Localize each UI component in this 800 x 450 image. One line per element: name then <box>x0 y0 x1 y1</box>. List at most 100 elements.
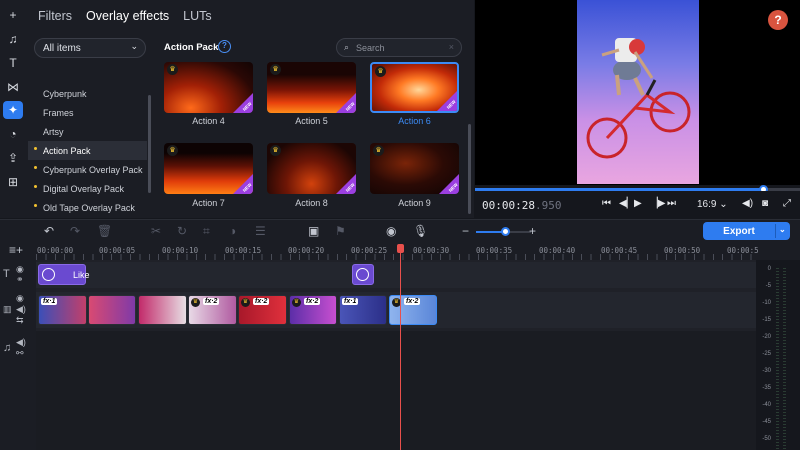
fullscreen-icon[interactable]: ⤢ <box>783 198 791 209</box>
meter-bar-right <box>783 268 786 450</box>
category-dropdown[interactable]: All items ⌄ <box>34 38 146 58</box>
playhead[interactable] <box>400 252 401 450</box>
title-clip-icon <box>356 268 369 281</box>
zoom-in-icon[interactable]: + <box>529 224 536 238</box>
skip-end-icon[interactable]: ⏭ <box>667 198 676 209</box>
meter-label: -30 <box>762 368 771 374</box>
link-icon[interactable]: ⚯ <box>16 348 24 359</box>
current-time-ms: .950 <box>534 199 562 212</box>
flag-icon[interactable]: ⚑ <box>335 224 346 238</box>
volume-icon[interactable]: ◀) <box>742 198 753 209</box>
text-icon[interactable]: T <box>3 54 23 72</box>
effect-thumb-action-5[interactable]: ♛ NEW <box>267 62 356 113</box>
cut-icon[interactable]: ✂ <box>151 224 161 238</box>
video-clip[interactable]: ♛ fx·2 <box>289 295 337 325</box>
clear-icon[interactable]: × <box>449 42 454 52</box>
grid-scrollbar[interactable] <box>468 124 471 214</box>
help-button[interactable]: ? <box>768 10 788 30</box>
tab-luts[interactable]: LUTs <box>183 9 211 23</box>
clip-properties-icon[interactable]: ▣ <box>308 224 319 238</box>
category-item[interactable]: Cyberpunk <box>28 84 147 103</box>
effect-thumb-action-4[interactable]: ♛ NEW <box>164 62 253 113</box>
video-editor: + ♫ T ⋈ ✦ ◔ ⇪ ⊞ Filters Overlay effects … <box>0 0 800 450</box>
category-item[interactable]: Artsy <box>28 122 147 141</box>
skip-start-icon[interactable]: ⏮ <box>602 198 611 209</box>
search-input[interactable]: ⌕ Search × <box>336 38 462 57</box>
crown-icon: ♛ <box>241 298 250 307</box>
effect-label: Action 5 <box>295 116 328 126</box>
video-clip[interactable]: ♛ fx·2 <box>188 295 237 325</box>
category-item[interactable]: Old Tape Overlay Pack <box>28 198 147 217</box>
chevron-down-icon[interactable]: ⌄ <box>779 225 786 234</box>
color-adjust-icon[interactable]: ◑ <box>229 224 236 238</box>
crop-icon[interactable]: ⌗ <box>203 224 210 239</box>
step-back-icon[interactable]: ◀▏ <box>619 198 634 209</box>
effects-icon[interactable]: ✦ <box>3 101 23 119</box>
effect-label: Action 6 <box>398 116 431 126</box>
title-clip-text: Like <box>73 270 90 280</box>
video-clip[interactable] <box>88 295 136 325</box>
effect-thumb-action-9[interactable]: ♛ NEW <box>370 143 459 194</box>
step-forward-icon[interactable]: ▕▶ <box>650 198 665 209</box>
video-clip[interactable]: fx·1 <box>38 295 87 325</box>
effect-label: Action 8 <box>295 198 328 208</box>
search-icon: ⌕ <box>344 42 350 52</box>
meter-label: -25 <box>762 351 771 357</box>
video-clip[interactable]: fx·1 <box>339 295 387 325</box>
crown-icon: ♛ <box>270 64 281 75</box>
volume-icon[interactable]: ◀) <box>16 337 26 348</box>
category-item[interactable]: Action Pack <box>28 141 147 160</box>
search-placeholder: Search <box>356 43 385 53</box>
effect-thumb-action-8[interactable]: ♛ NEW <box>267 143 356 194</box>
rotate-icon[interactable]: ↻ <box>177 224 187 238</box>
visibility-icon[interactable]: ◉ <box>16 293 24 304</box>
more-tools-icon[interactable]: ⊞ <box>3 173 23 191</box>
crown-icon: ♛ <box>375 66 386 77</box>
title-clip[interactable]: Like <box>38 264 90 285</box>
transitions-icon[interactable]: ⋈ <box>3 78 23 96</box>
microphone-icon[interactable]: 🎙 <box>413 224 428 238</box>
category-item[interactable]: Cyberpunk Overlay Pack <box>28 160 147 179</box>
category-scrollbar[interactable] <box>148 95 151 193</box>
record-voice-icon[interactable]: ◉ <box>386 224 396 238</box>
tab-filters[interactable]: Filters <box>38 9 72 23</box>
video-clip[interactable]: ♛ fx·2 <box>238 295 287 325</box>
effect-thumb-action-7[interactable]: ♛ NEW <box>164 143 253 194</box>
pack-title: Action Pack <box>164 42 219 53</box>
zoom-out-icon[interactable]: − <box>462 224 469 238</box>
aspect-ratio-select[interactable]: 16:9 ⌄ <box>697 199 728 210</box>
premium-dot-icon <box>34 204 37 207</box>
category-item-label: Cyberpunk Overlay Pack <box>43 165 143 175</box>
link-icon[interactable]: ⇆ <box>16 315 24 326</box>
effect-thumb-action-6[interactable]: ♛ NEW <box>370 62 459 113</box>
import-icon[interactable]: ⇪ <box>3 149 23 167</box>
play-icon[interactable]: ▶ <box>634 198 642 209</box>
stickers-icon[interactable]: ◔ <box>3 125 23 143</box>
crown-icon: ♛ <box>167 64 178 75</box>
undo-icon[interactable]: ↶ <box>44 224 54 238</box>
meter-label: -50 <box>762 436 771 442</box>
link-icon[interactable]: ⚭ <box>16 274 24 285</box>
export-separator <box>775 224 776 238</box>
settings-icon[interactable]: ☰ <box>255 224 266 238</box>
export-button[interactable]: Export ⌄ <box>703 222 790 240</box>
chevron-down-icon: ⌄ <box>130 41 138 51</box>
effect-label: Action 7 <box>192 198 225 208</box>
video-clip[interactable] <box>138 295 187 325</box>
add-track-icon[interactable]: ≡+ <box>9 243 23 257</box>
help-icon[interactable]: ? <box>218 40 231 53</box>
effects-count-badge: fx·2 <box>304 298 321 305</box>
crown-icon: ♛ <box>191 298 200 307</box>
category-item[interactable]: Digital Overlay Pack <box>28 179 147 198</box>
category-item[interactable]: Frames <box>28 103 147 122</box>
add-icon[interactable]: + <box>3 6 23 24</box>
music-icon[interactable]: ♫ <box>3 30 23 48</box>
delete-icon[interactable]: 🗑 <box>97 224 112 238</box>
export-label: Export <box>723 226 755 237</box>
volume-icon[interactable]: ◀) <box>16 304 26 315</box>
title-clip[interactable] <box>352 264 374 285</box>
snapshot-icon[interactable]: ◙ <box>762 198 768 209</box>
tab-overlay-effects[interactable]: Overlay effects <box>86 9 169 23</box>
video-clip-selected[interactable]: ♛ fx·2 <box>389 295 437 325</box>
redo-icon[interactable]: ↷ <box>70 224 80 238</box>
